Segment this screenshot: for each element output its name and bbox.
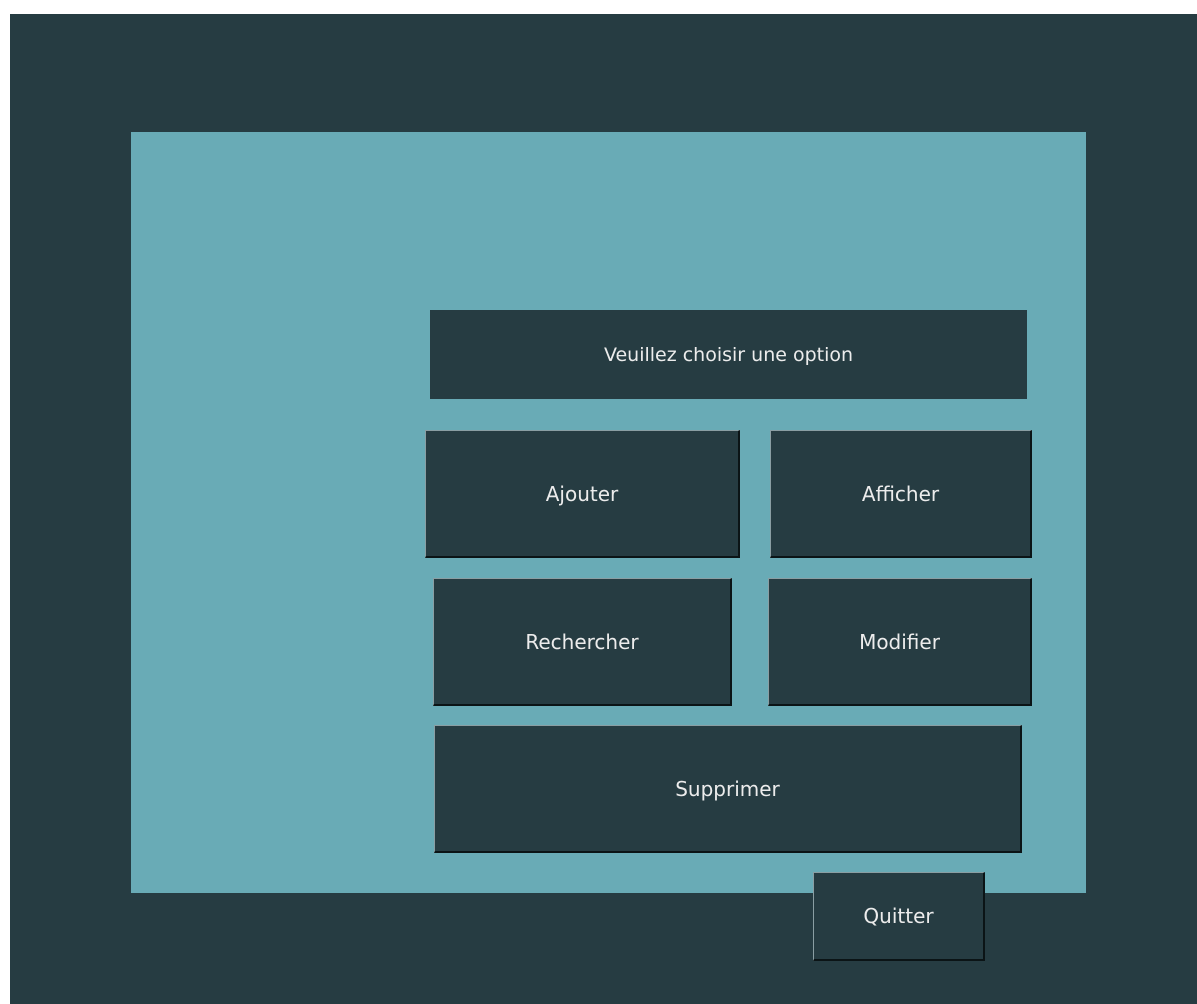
app-window: Veuillez choisir une option Ajouter Affi…	[10, 14, 1197, 1004]
prompt-label: Veuillez choisir une option	[430, 310, 1027, 399]
modifier-button[interactable]: Modifier	[768, 578, 1032, 706]
rechercher-button[interactable]: Rechercher	[433, 578, 732, 706]
afficher-button[interactable]: Afficher	[770, 430, 1032, 558]
menu-panel: Veuillez choisir une option Ajouter Affi…	[131, 132, 1086, 961]
quitter-button[interactable]: Quitter	[813, 872, 985, 961]
ajouter-button[interactable]: Ajouter	[425, 430, 740, 558]
supprimer-button[interactable]: Supprimer	[434, 725, 1022, 853]
